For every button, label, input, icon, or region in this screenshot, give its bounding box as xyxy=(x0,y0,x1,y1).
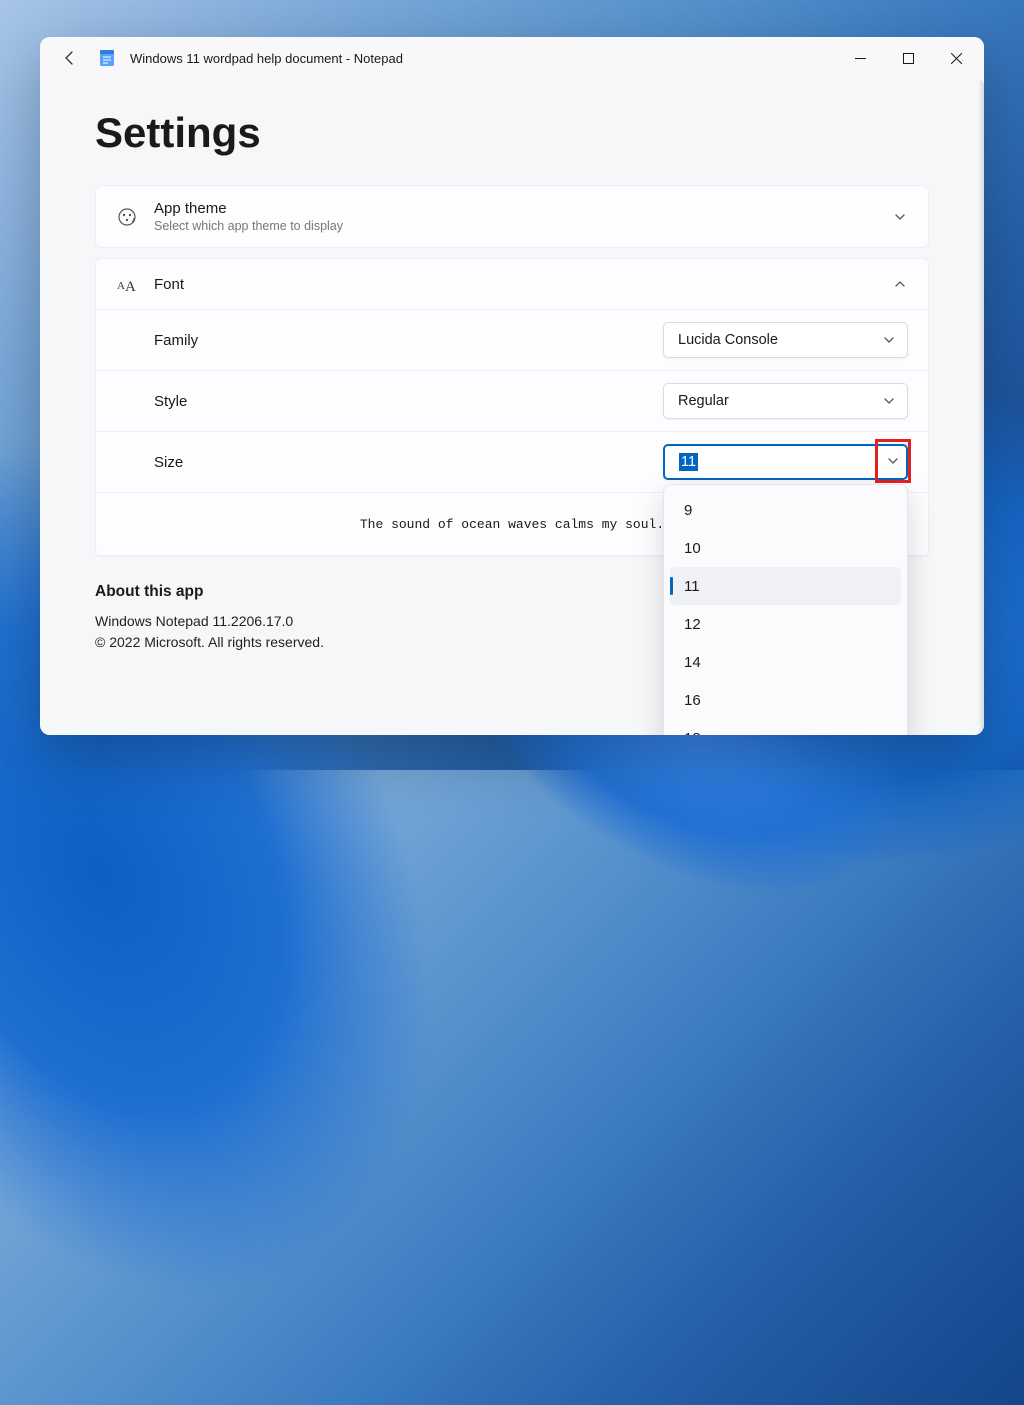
section-font-title: Font xyxy=(154,276,876,293)
size-option-18[interactable]: 18 xyxy=(670,719,901,735)
maximize-button[interactable] xyxy=(884,37,932,79)
minimize-button[interactable] xyxy=(836,37,884,79)
font-size-dropdown[interactable]: 9101112141618 xyxy=(663,484,908,735)
font-style-label: Style xyxy=(154,393,663,410)
section-theme-title: App theme xyxy=(154,200,876,217)
chevron-down-icon xyxy=(892,209,908,225)
chevron-down-icon xyxy=(885,453,901,469)
section-theme-subtitle: Select which app theme to display xyxy=(154,219,876,233)
chevron-up-icon xyxy=(892,276,908,292)
font-size-label: Size xyxy=(154,454,663,471)
section-app-theme: App theme Select which app theme to disp… xyxy=(95,185,929,248)
font-family-combo[interactable]: Lucida Console xyxy=(663,322,908,358)
font-family-label: Family xyxy=(154,332,663,349)
titlebar: Windows 11 wordpad help document - Notep… xyxy=(40,37,984,79)
font-icon: AA xyxy=(116,273,138,295)
scrollbar[interactable] xyxy=(978,79,984,735)
page-title: Settings xyxy=(95,109,929,157)
section-app-theme-header[interactable]: App theme Select which app theme to disp… xyxy=(96,186,928,247)
size-option-14[interactable]: 14 xyxy=(670,643,901,681)
section-font-header[interactable]: AA Font xyxy=(96,259,928,309)
size-option-16[interactable]: 16 xyxy=(670,681,901,719)
size-option-10[interactable]: 10 xyxy=(670,529,901,567)
app-window: Windows 11 wordpad help document - Notep… xyxy=(40,37,984,735)
svg-text:A: A xyxy=(125,279,136,295)
font-family-row: Family Lucida Console xyxy=(96,310,928,371)
palette-icon xyxy=(116,206,138,228)
size-option-9[interactable]: 9 xyxy=(670,491,901,529)
chevron-down-icon xyxy=(881,393,897,409)
settings-content: Settings App theme Select which app them… xyxy=(40,79,984,735)
highlight-annotation xyxy=(875,439,911,483)
font-size-value: 11 xyxy=(679,453,698,471)
font-style-row: Style Regular xyxy=(96,371,928,432)
font-style-combo[interactable]: Regular xyxy=(663,383,908,419)
size-option-12[interactable]: 12 xyxy=(670,605,901,643)
font-family-value: Lucida Console xyxy=(678,332,881,348)
chevron-down-icon xyxy=(881,332,897,348)
back-button[interactable] xyxy=(56,44,84,72)
svg-text:A: A xyxy=(117,280,125,292)
font-preview-text: The sound of ocean waves calms my soul. xyxy=(360,517,664,532)
close-button[interactable] xyxy=(932,37,980,79)
notepad-app-icon xyxy=(98,49,116,67)
font-style-value: Regular xyxy=(678,393,881,409)
font-size-combo[interactable]: 11 xyxy=(663,444,908,480)
window-title: Windows 11 wordpad help document - Notep… xyxy=(130,51,836,66)
size-option-11[interactable]: 11 xyxy=(670,567,901,605)
